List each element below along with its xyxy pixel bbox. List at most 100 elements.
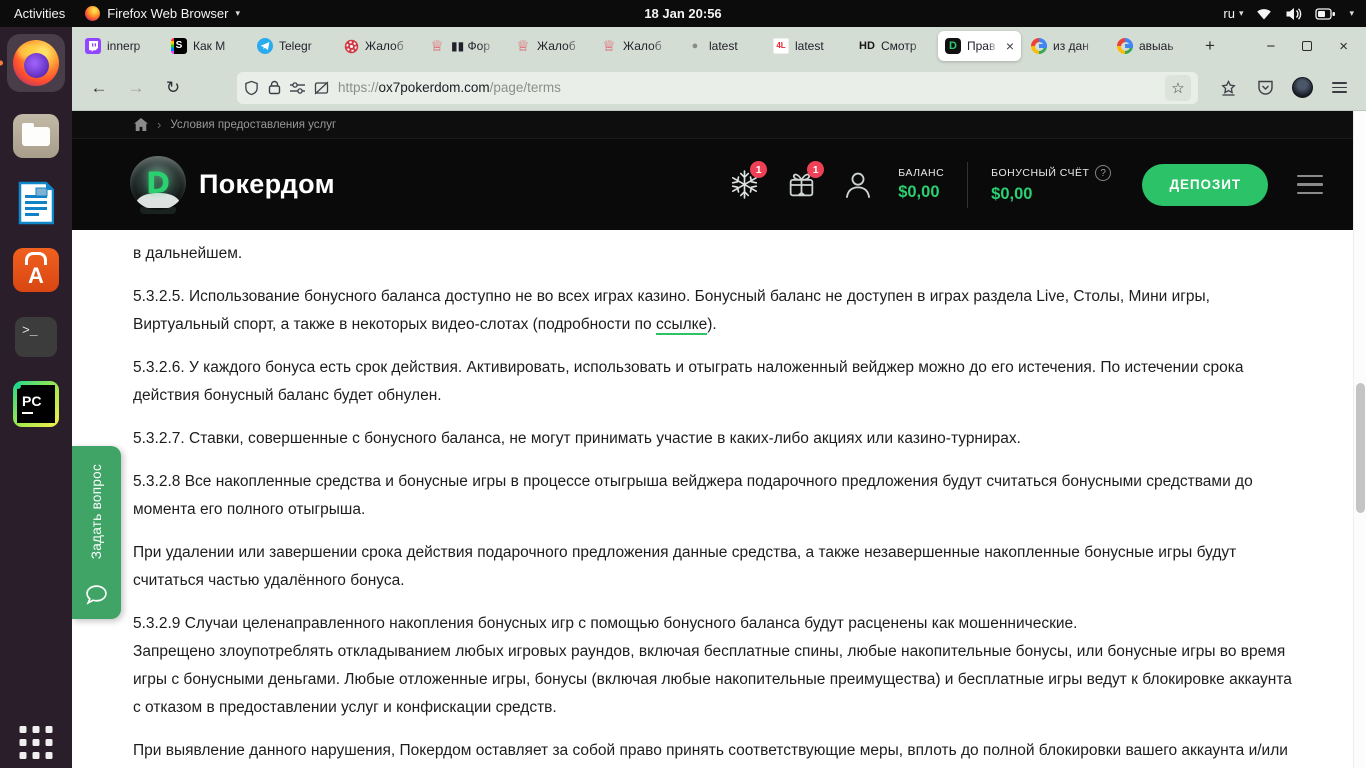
bookmark-star-icon[interactable]: ☆	[1165, 74, 1191, 101]
site-logo[interactable]: D Покердом	[130, 155, 335, 214]
pocket-icon[interactable]	[1250, 73, 1280, 103]
browser-tab[interactable]: 4L latest	[766, 31, 849, 61]
terms-paragraph: 5.3.2.6. У каждого бонуса есть срок дейс…	[133, 359, 1244, 404]
twitch-favicon-icon	[85, 38, 101, 54]
bonus-balance-block: БОНУСНЫЙ СЧЁТ? $0,00	[991, 165, 1112, 204]
browser-tab[interactable]: из дан	[1024, 31, 1107, 61]
focused-app-menu[interactable]: Firefox Web Browser ▾	[85, 6, 240, 21]
tab-label: latest	[795, 39, 824, 53]
dock-item-pycharm[interactable]: PC	[13, 381, 59, 427]
telegram-favicon-icon	[257, 38, 273, 54]
fourl-favicon-icon: 4L	[773, 38, 789, 54]
divider	[967, 161, 969, 208]
tab-label: Смотр	[881, 39, 917, 53]
back-button[interactable]: ←	[84, 73, 114, 103]
browser-tab[interactable]: Telegr	[250, 31, 333, 61]
chevron-down-icon: ▾	[1238, 8, 1244, 18]
browser-tab[interactable]: ♕ Жалоб	[594, 31, 677, 61]
browser-tab[interactable]: авыаь	[1110, 31, 1193, 61]
tab-close-button[interactable]: ×	[1006, 38, 1014, 54]
breadcrumb-current: Условия предоставления услуг	[170, 118, 337, 131]
help-icon[interactable]: ?	[1095, 165, 1112, 181]
close-window-button[interactable]: ×	[1339, 38, 1348, 55]
site-header: D Покердом 1 1 БАЛАНС $0,00 БОНУСНЫЙ СЧЁ…	[72, 139, 1353, 230]
gifts-button[interactable]: 1	[784, 161, 825, 200]
page-content: › Условия предоставления услуг D Покердо…	[72, 111, 1366, 768]
tab-label: Жалоб	[623, 39, 662, 53]
dock-item-ubuntu-software[interactable]: A	[13, 247, 59, 293]
ask-question-button[interactable]: Задать вопрос	[72, 446, 121, 619]
site-menu-icon[interactable]	[1297, 174, 1323, 195]
permissions-icon[interactable]	[290, 81, 305, 94]
show-applications-button[interactable]	[19, 726, 53, 759]
terms-paragraph: 5.3.2.5. Использование бонусного баланса…	[133, 288, 1210, 335]
terms-paragraph: в дальнейшем.	[133, 245, 243, 262]
activities-button[interactable]: Activities	[14, 6, 65, 21]
browser-tab[interactable]: HD Смотр	[852, 31, 935, 61]
hd-favicon-icon: HD	[859, 39, 875, 52]
tab-label: innerp	[107, 39, 141, 53]
keyboard-layout-indicator[interactable]: ru ▾	[1223, 6, 1243, 21]
terminal-icon: >_	[15, 317, 57, 357]
firefox-icon	[85, 6, 101, 21]
firefox-icon	[13, 40, 59, 86]
chat-bubble-icon	[85, 584, 108, 605]
battery-icon[interactable]	[1315, 7, 1336, 20]
bookmarks-toolbar-icon[interactable]	[1213, 73, 1243, 103]
bonus-value: $0,00	[991, 185, 1033, 203]
deposit-button[interactable]: ДЕПОЗИТ	[1142, 163, 1268, 206]
account-icon[interactable]	[1287, 73, 1317, 103]
blocked-media-icon[interactable]	[314, 81, 329, 95]
tab-label: latest	[709, 39, 738, 53]
dock-item-firefox[interactable]	[0, 34, 65, 92]
browser-tab[interactable]: ♕ Жалоб	[508, 31, 591, 61]
browser-tab-active[interactable]: D Прав ×	[938, 31, 1021, 61]
url-bar[interactable]: https://ox7pokerdom.com/page/terms ☆	[237, 71, 1198, 104]
firefox-window: innerp S Как М Telegr Жалоб ♕ ▮▮ Фор ♕ Жалоб ♕ Жал…	[72, 27, 1366, 768]
focused-app-label: Firefox Web Browser	[107, 6, 229, 21]
restore-button[interactable]	[1302, 38, 1313, 55]
balance-value: $0,00	[898, 183, 940, 201]
browser-tab[interactable]: ♕ ▮▮ Фор	[422, 31, 505, 61]
dock-item-terminal[interactable]: >_	[13, 314, 59, 360]
scrollbar-thumb[interactable]	[1356, 383, 1365, 513]
clock[interactable]: 18 Jan 20:56	[644, 6, 721, 21]
breadcrumb-chevron-icon: ›	[157, 117, 162, 132]
terms-link[interactable]: ссылке	[655, 316, 708, 335]
volume-icon[interactable]	[1285, 7, 1302, 21]
breadcrumb: › Условия предоставления услуг	[72, 111, 1353, 139]
terms-text: в дальнейшем. 5.3.2.5. Использование бону…	[72, 230, 1353, 768]
shield-icon[interactable]	[244, 80, 259, 96]
browser-tab[interactable]: innerp	[78, 31, 161, 61]
reload-button[interactable]: ↻	[158, 73, 188, 103]
page-scrollbar[interactable]	[1353, 111, 1366, 768]
browser-tab[interactable]: S Как М	[164, 31, 247, 61]
system-menu-chevron-icon[interactable]: ▾	[1349, 8, 1354, 19]
tab-label: из дан	[1053, 39, 1089, 53]
pokerdom-favicon-icon: D	[945, 38, 961, 54]
forward-button[interactable]: →	[121, 73, 151, 103]
dock-item-files[interactable]	[13, 113, 59, 159]
chip-favicon-icon	[343, 38, 359, 54]
running-indicator	[0, 60, 3, 66]
crown-favicon-icon: ♕	[516, 37, 530, 55]
tab-label: ▮▮ Фор	[451, 39, 491, 53]
browser-tab[interactable]: ● latest	[680, 31, 763, 61]
promotions-snowflake-button[interactable]: 1	[727, 161, 768, 200]
snowflake-badge: 1	[750, 161, 768, 178]
wifi-icon[interactable]	[1256, 7, 1272, 20]
dock-item-libreoffice-writer[interactable]	[13, 180, 59, 226]
minimize-button[interactable]: −	[1266, 38, 1275, 55]
site-logo-text: Покердом	[199, 169, 335, 199]
menu-icon[interactable]	[1324, 73, 1354, 103]
balance-label: БАЛАНС	[898, 167, 945, 179]
terms-paragraph: При удалении или завершении срока действ…	[133, 544, 1237, 589]
tab-label: авыаь	[1139, 39, 1174, 53]
profile-button[interactable]	[841, 169, 875, 201]
new-tab-button[interactable]: +	[1193, 36, 1227, 56]
keyboard-layout-label: ru	[1223, 6, 1235, 21]
home-icon[interactable]	[134, 118, 148, 131]
lock-icon[interactable]	[268, 80, 281, 95]
browser-tab[interactable]: Жалоб	[336, 31, 419, 61]
pycharm-icon: PC	[13, 381, 59, 427]
